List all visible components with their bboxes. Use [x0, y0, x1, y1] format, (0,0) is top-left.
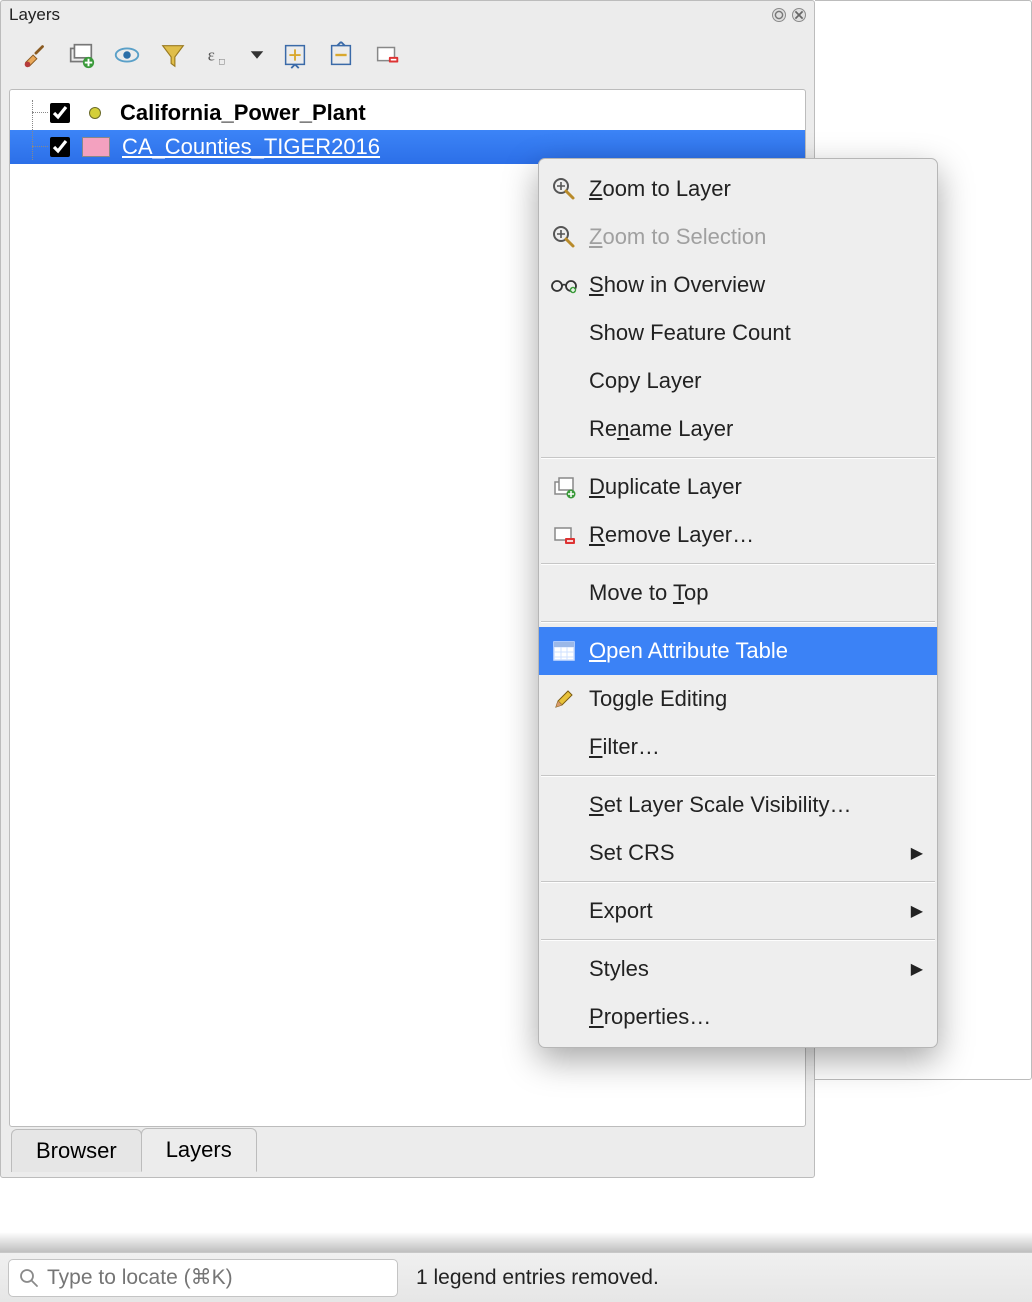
locator-input[interactable] — [47, 1266, 387, 1290]
dock-icon[interactable] — [772, 8, 786, 22]
panel-tabs: Browser Layers — [11, 1127, 256, 1171]
dropdown-arrow-icon[interactable] — [247, 37, 267, 73]
menu-item-label: Filter… — [589, 734, 923, 760]
menu-item-label: Set CRS — [589, 840, 901, 866]
menu-item-label: Duplicate Layer — [589, 474, 923, 500]
menu-item-label: Open Attribute Table — [589, 638, 923, 664]
expression-icon[interactable]: ε□ — [201, 37, 237, 73]
collapse-all-icon[interactable] — [323, 37, 359, 73]
layer-visibility-checkbox[interactable] — [50, 103, 70, 123]
layer-name-label: California_Power_Plant — [120, 100, 366, 126]
zoom-in-icon — [549, 174, 579, 204]
menu-item-filter[interactable]: Filter… — [539, 723, 937, 771]
submenu-arrow-icon: ▶ — [911, 901, 923, 921]
duplicate-icon — [549, 472, 579, 502]
menu-separator — [541, 621, 935, 623]
menu-separator — [541, 881, 935, 883]
expand-all-icon[interactable] — [277, 37, 313, 73]
menu-item-show-overview[interactable]: Show in Overview — [539, 261, 937, 309]
svg-text:□: □ — [219, 56, 225, 66]
visibility-eye-icon[interactable] — [109, 37, 145, 73]
menu-item-label: Export — [589, 898, 901, 924]
menu-item-remove-layer[interactable]: Remove Layer… — [539, 511, 937, 559]
add-group-icon[interactable] — [63, 37, 99, 73]
search-icon — [19, 1268, 39, 1288]
menu-separator — [541, 939, 935, 941]
remove-icon — [549, 520, 579, 550]
layers-toolbar: ε□ — [1, 29, 814, 85]
menu-item-move-top[interactable]: Move to Top — [539, 569, 937, 617]
menu-separator — [541, 457, 935, 459]
menu-item-open-attr-table[interactable]: Open Attribute Table — [539, 627, 937, 675]
menu-item-label: Toggle Editing — [589, 686, 923, 712]
menu-item-label: Show in Overview — [589, 272, 923, 298]
menu-item-zoom-selection: Zoom to Selection — [539, 213, 937, 261]
style-brush-icon[interactable] — [17, 37, 53, 73]
menu-item-copy-layer[interactable]: Copy Layer — [539, 357, 937, 405]
layer-symbol-point-icon — [89, 107, 101, 119]
menu-item-rename-layer[interactable]: Rename Layer — [539, 405, 937, 453]
menu-item-label: Zoom to Layer — [589, 176, 923, 202]
menu-item-label: Styles — [589, 956, 901, 982]
menu-item-label: Copy Layer — [589, 368, 923, 394]
menu-item-label: Properties… — [589, 1004, 923, 1030]
layer-symbol-polygon-icon — [82, 137, 110, 157]
locator-search[interactable] — [8, 1259, 398, 1297]
menu-item-zoom-layer[interactable]: Zoom to Layer — [539, 165, 937, 213]
menu-separator — [541, 563, 935, 565]
menu-item-label: Zoom to Selection — [589, 224, 923, 250]
tab-browser[interactable]: Browser — [11, 1129, 142, 1172]
close-icon[interactable] — [792, 8, 806, 22]
menu-item-label: Set Layer Scale Visibility… — [589, 792, 923, 818]
remove-layer-icon[interactable] — [369, 37, 405, 73]
menu-item-properties[interactable]: Properties… — [539, 993, 937, 1041]
panel-titlebar: Layers — [1, 1, 814, 29]
submenu-arrow-icon: ▶ — [911, 843, 923, 863]
menu-item-label: Rename Layer — [589, 416, 923, 442]
menu-item-duplicate-layer[interactable]: Duplicate Layer — [539, 463, 937, 511]
menu-item-toggle-editing[interactable]: Toggle Editing — [539, 675, 937, 723]
layer-visibility-checkbox[interactable] — [50, 137, 70, 157]
menu-item-set-crs[interactable]: Set CRS ▶ — [539, 829, 937, 877]
filter-funnel-icon[interactable] — [155, 37, 191, 73]
menu-item-scale-vis[interactable]: Set Layer Scale Visibility… — [539, 781, 937, 829]
zoom-in-icon — [549, 222, 579, 252]
table-icon — [549, 636, 579, 666]
layer-context-menu: Zoom to Layer Zoom to Selection Show in Ov… — [538, 158, 938, 1048]
pencil-icon — [549, 684, 579, 714]
menu-item-label: Move to Top — [589, 580, 923, 606]
panel-title: Layers — [9, 5, 766, 25]
status-message: 1 legend entries removed. — [416, 1266, 659, 1290]
svg-text:ε: ε — [208, 46, 215, 65]
menu-item-styles[interactable]: Styles ▶ — [539, 945, 937, 993]
menu-item-export[interactable]: Export ▶ — [539, 887, 937, 935]
status-bar: 1 legend entries removed. — [0, 1252, 1032, 1302]
menu-item-label: Remove Layer… — [589, 522, 923, 548]
menu-item-label: Show Feature Count — [589, 320, 923, 346]
glasses-icon — [549, 270, 579, 300]
tab-layers[interactable]: Layers — [141, 1128, 257, 1172]
menu-separator — [541, 775, 935, 777]
submenu-arrow-icon: ▶ — [911, 959, 923, 979]
layer-name-label: CA_Counties_TIGER2016 — [122, 134, 380, 160]
layer-row-power-plant[interactable]: California_Power_Plant — [10, 96, 805, 130]
menu-item-feature-count[interactable]: Show Feature Count — [539, 309, 937, 357]
